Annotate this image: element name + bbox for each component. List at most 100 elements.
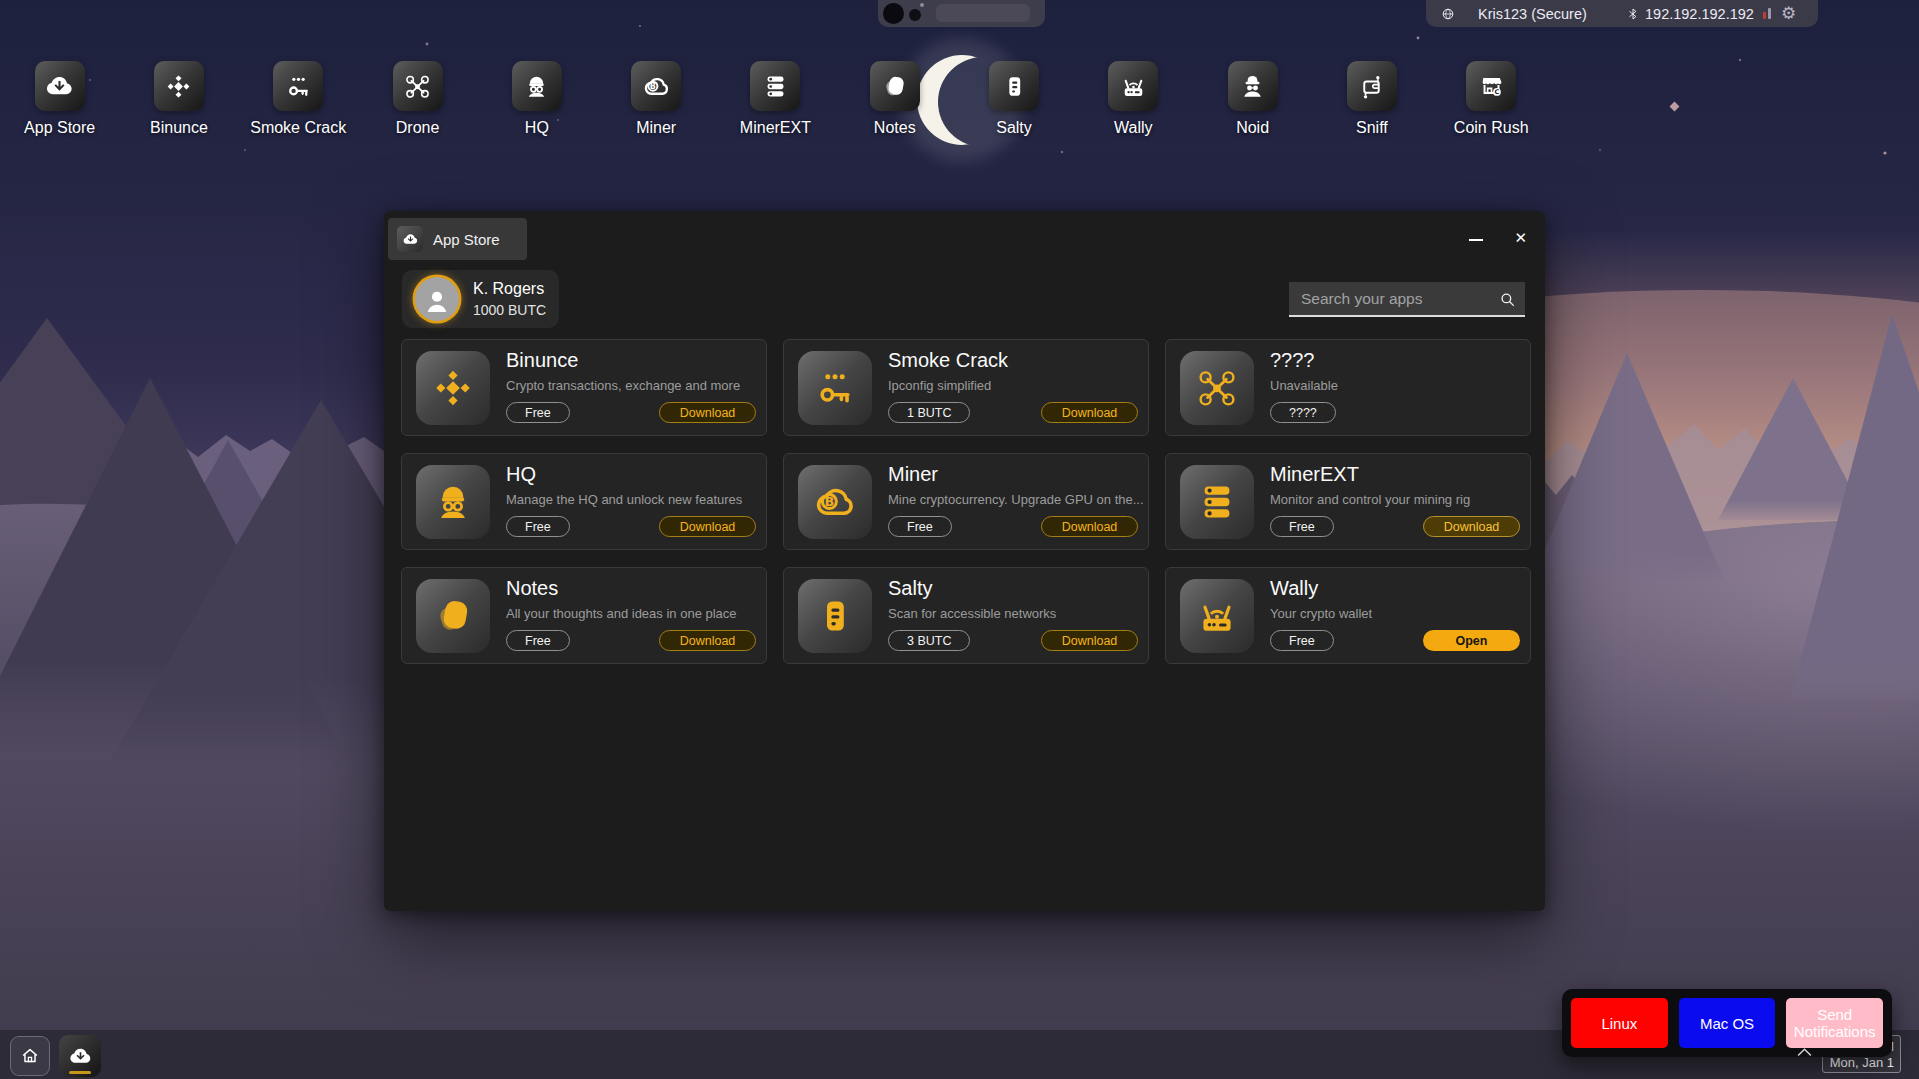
desktop-icon-minerext[interactable]: MinerEXT (716, 61, 835, 137)
desktop-icon-label: Binunce (150, 119, 208, 137)
download-button[interactable]: Download (659, 516, 756, 537)
desktop-icon-label: Notes (874, 119, 916, 137)
desktop-icon-label: Salty (996, 119, 1032, 137)
app-description: Manage the HQ and unlock new features (506, 492, 742, 507)
ip-address: 192.192.192.192 (1645, 0, 1754, 27)
desktop-icon-noid[interactable]: Noid (1193, 61, 1312, 137)
network-globe-icon (1440, 0, 1456, 27)
servers-icon (1180, 465, 1254, 539)
settings-gear-icon[interactable]: ⚙ (1781, 0, 1796, 27)
salty-icon (989, 61, 1039, 111)
signal-bars-icon (1763, 0, 1771, 27)
hq-icon (512, 61, 562, 111)
desktop-icon-salty[interactable]: Salty (954, 61, 1073, 137)
window-tab-app-store[interactable]: App Store (388, 218, 527, 260)
app-card-salty: SaltyScan for accessible networks3 BUTCD… (783, 567, 1149, 664)
desktop-icon-label: Sniff (1356, 119, 1388, 137)
desktop-icon-label: Miner (636, 119, 676, 137)
tray-expand-chevron[interactable] (1796, 1046, 1813, 1058)
app-card-notes: Notes All your thoughts and ideas in one … (401, 567, 767, 664)
desktop-icon-smoke-crack[interactable]: Smoke Crack (239, 61, 358, 137)
desktop-icon-app-store[interactable]: App Store (0, 61, 119, 137)
app-card-minerext: MinerEXTMonitor and control your mining … (1165, 453, 1531, 550)
price-badge: 3 BUTC (888, 630, 970, 651)
desktop-icon-wally[interactable]: Wally (1074, 61, 1193, 137)
svg-text:C: C (1494, 88, 1499, 96)
servers-icon (750, 61, 800, 111)
slider-spark-dot (920, 3, 924, 7)
tray-date: Mon, Jan 1 (1823, 1055, 1894, 1070)
app-name: Smoke Crack (888, 349, 1008, 372)
top-slider-widget[interactable] (878, 0, 1045, 27)
app-name: Binunce (506, 349, 578, 372)
download-button[interactable]: Download (1041, 402, 1138, 423)
linux-button[interactable]: Linux (1571, 998, 1668, 1048)
app-description: Monitor and control your mining rig (1270, 492, 1470, 507)
slider-knob[interactable] (883, 3, 904, 24)
miner-icon: B (631, 61, 681, 111)
desktop-icon-label: Wally (1114, 119, 1153, 137)
download-button[interactable]: Download (659, 630, 756, 651)
app-card-binunce: BinunceCrypto transactions, exchange and… (401, 339, 767, 436)
os-buttons-panel: LinuxMac OSSend Notifications (1562, 989, 1892, 1057)
binance-icon (416, 351, 490, 425)
minimize-button[interactable] (1469, 239, 1483, 241)
price-badge: 1 BUTC (888, 402, 970, 423)
app-store-window: App Store ✕ K. Rogers 1000 BUTC BinunceC… (384, 211, 1545, 911)
app-description: All your thoughts and ideas in one place (506, 606, 737, 621)
app-card-wally: WallyYour crypto walletFreeOpen (1165, 567, 1531, 664)
taskbar-app-store-button[interactable] (59, 1035, 101, 1077)
open-button[interactable]: Open (1423, 630, 1520, 651)
price-badge: Free (506, 630, 570, 651)
network-name: Kris123 (Secure) (1478, 0, 1587, 27)
download-button[interactable]: Download (1041, 516, 1138, 537)
app-description: Your crypto wallet (1270, 606, 1372, 621)
desktop-icon-coin-rush[interactable]: C Coin Rush (1432, 61, 1551, 137)
app-name: Notes (506, 577, 558, 600)
desktop-icon-drone[interactable]: Drone (358, 61, 477, 137)
close-button[interactable]: ✕ (1514, 230, 1527, 245)
appstore-icon (35, 61, 85, 111)
price-badge: Free (506, 402, 570, 423)
desktop-icon-label: Coin Rush (1454, 119, 1529, 137)
desktop-icon-sniff[interactable]: Sniff (1312, 61, 1431, 137)
price-badge: Free (1270, 630, 1334, 651)
avatar (415, 277, 459, 321)
search-input[interactable] (1289, 282, 1525, 315)
slider-track[interactable] (936, 4, 1030, 22)
window-title: App Store (433, 231, 500, 248)
send-notifications-button[interactable]: Send Notifications (1786, 998, 1883, 1048)
app-store-icon (397, 226, 423, 252)
wally-icon (1180, 579, 1254, 653)
user-name: K. Rogers (473, 280, 544, 298)
desktop-icon-notes[interactable]: Notes (835, 61, 954, 137)
desktop-icon-binunce[interactable]: Binunce (119, 61, 238, 137)
notes-icon (870, 61, 920, 111)
price-badge: ???? (1270, 402, 1336, 423)
app-card--: ????Unavailable???? (1165, 339, 1531, 436)
drone-icon (393, 61, 443, 111)
download-button[interactable]: Download (659, 402, 756, 423)
desktop-icon-label: HQ (525, 119, 549, 137)
miner-icon: B (798, 465, 872, 539)
desktop: Kris123 (Secure) 192.192.192.192 ⚙ App S… (0, 0, 1919, 1079)
app-name: Salty (888, 577, 932, 600)
app-card-miner: BMinerMine cryptocurrency. Upgrade GPU o… (783, 453, 1149, 550)
hq-icon (416, 465, 490, 539)
app-name: ???? (1270, 349, 1315, 372)
svg-text:B: B (649, 82, 655, 91)
download-button[interactable]: Download (1041, 630, 1138, 651)
app-description: Mine cryptocurrency. Upgrade GPU on the.… (888, 492, 1144, 507)
salty-icon (798, 579, 872, 653)
taskbar-home-button[interactable] (10, 1036, 50, 1076)
mac-os-button[interactable]: Mac OS (1679, 998, 1776, 1048)
search-icon (1498, 290, 1517, 309)
desktop-icon-label: Smoke Crack (250, 119, 346, 137)
desktop-icon-miner[interactable]: B Miner (596, 61, 715, 137)
desktop-icon-hq[interactable]: HQ (477, 61, 596, 137)
download-button[interactable]: Download (1423, 516, 1520, 537)
wally-icon (1108, 61, 1158, 111)
binance-icon (154, 61, 204, 111)
app-name: HQ (506, 463, 536, 486)
price-badge: Free (888, 516, 952, 537)
